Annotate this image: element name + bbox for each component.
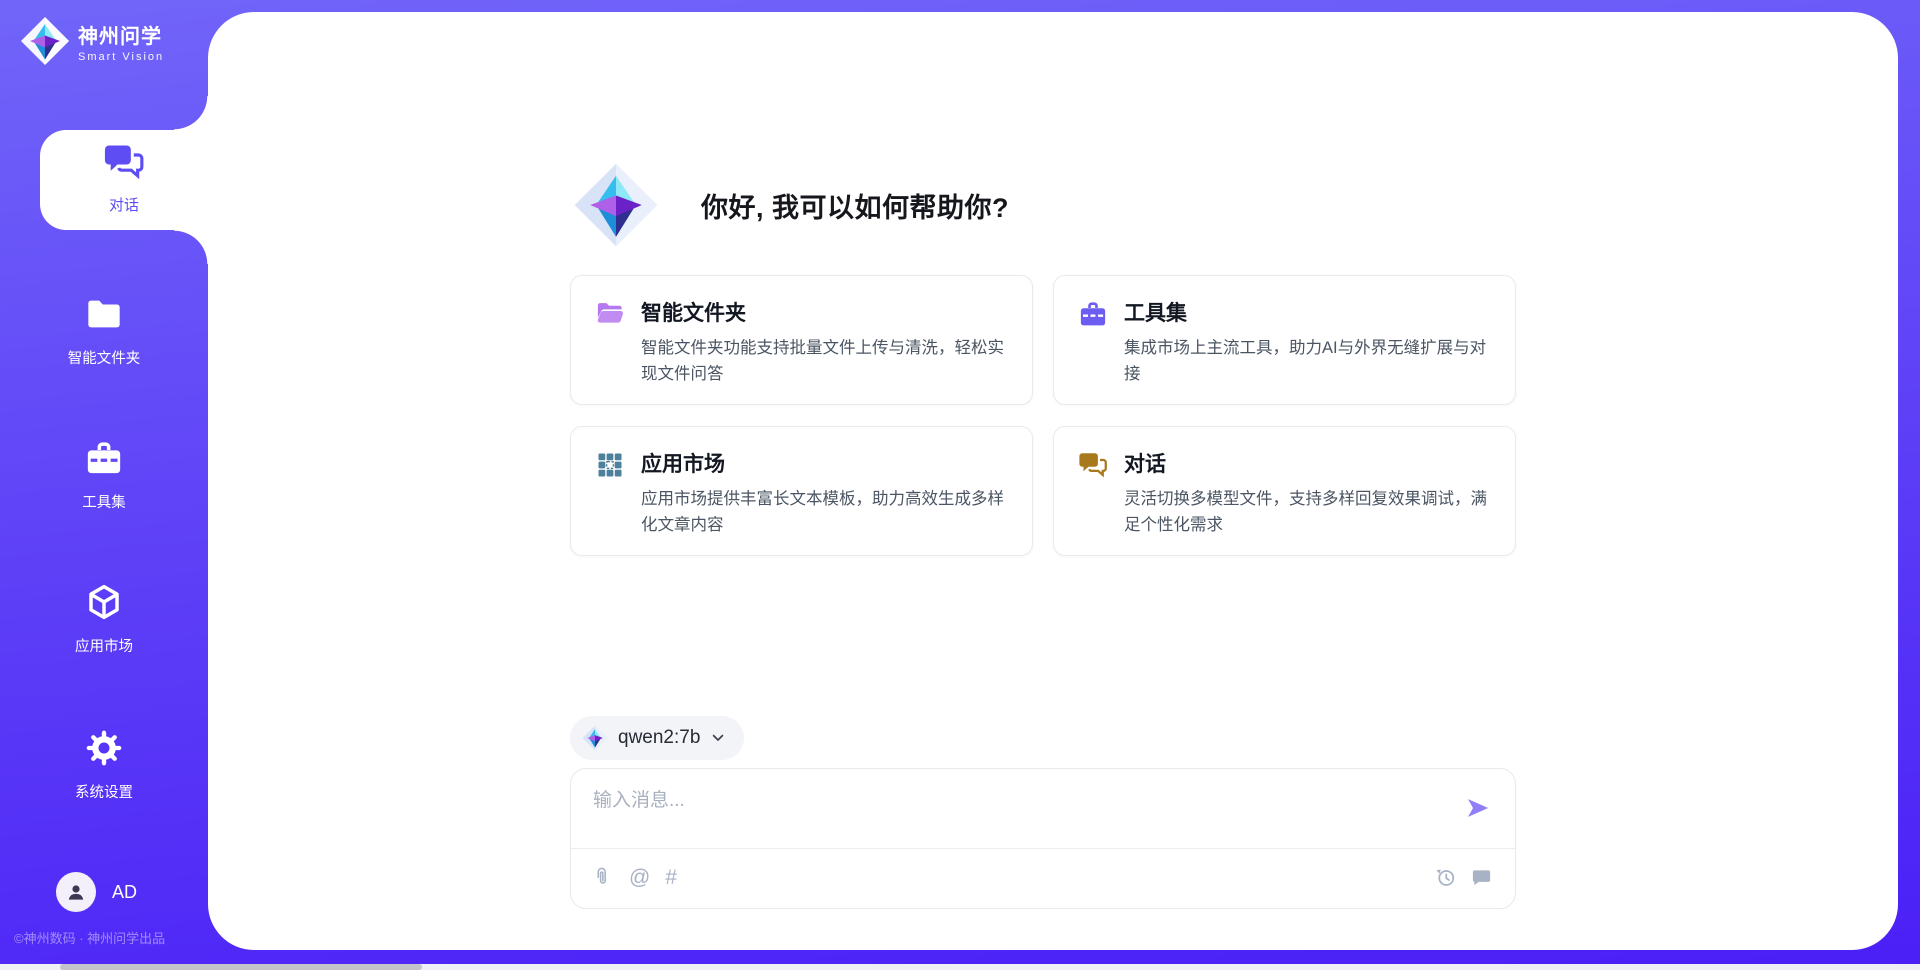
- horizontal-scrollbar[interactable]: [0, 964, 1920, 970]
- sidebar-item-label: 对话: [40, 194, 208, 215]
- sidebar-item-label: 系统设置: [0, 781, 208, 802]
- chat-square-icon: [1470, 866, 1493, 889]
- brand-subtitle: Smart Vision: [78, 51, 164, 63]
- apps-grid-icon: [595, 450, 629, 532]
- app-root: 神州问学 Smart Vision 对话 智能文件夹 工具集: [0, 0, 1920, 970]
- attach-button[interactable]: [591, 866, 614, 889]
- card-title: 应用市场: [641, 450, 1008, 480]
- brand: 神州问学 Smart Vision: [20, 16, 164, 66]
- card-toolbox[interactable]: 工具集 集成市场上主流工具，助力AI与外界无缝扩展与对接: [1053, 275, 1516, 405]
- card-chat[interactable]: 对话 灵活切换多模型文件，支持多样回复效果调试，满足个性化需求: [1053, 426, 1516, 556]
- message-input[interactable]: [593, 785, 1433, 837]
- composer-left-tools: @ #: [591, 866, 677, 889]
- history-icon: [1434, 866, 1457, 889]
- card-title: 对话: [1124, 450, 1491, 480]
- sidebar-item-smart-folder[interactable]: 智能文件夹: [0, 294, 208, 368]
- card-title: 工具集: [1124, 299, 1491, 329]
- brand-logo-icon: [20, 16, 70, 66]
- message-composer: @ #: [570, 768, 1516, 909]
- user-profile[interactable]: AD: [56, 872, 137, 912]
- user-icon: [64, 880, 88, 904]
- card-title: 智能文件夹: [641, 299, 1008, 329]
- greeting-title: 你好, 我可以如何帮助你?: [701, 186, 1009, 225]
- gear-icon: [84, 728, 124, 768]
- sidebar: 神州问学 Smart Vision 对话 智能文件夹 工具集: [0, 0, 208, 970]
- card-description: 灵活切换多模型文件，支持多样回复效果调试，满足个性化需求: [1124, 487, 1491, 538]
- greeting: 你好, 我可以如何帮助你?: [573, 162, 1009, 248]
- toolbox-icon: [84, 438, 124, 478]
- card-smart-folder[interactable]: 智能文件夹 智能文件夹功能支持批量文件上传与清洗，轻松实现文件问答: [570, 275, 1033, 405]
- composer-right-tools: [1434, 866, 1493, 889]
- sidebar-item-settings[interactable]: 系统设置: [0, 728, 208, 802]
- avatar: [56, 872, 96, 912]
- sidebar-item-label: 工具集: [0, 491, 208, 512]
- card-body: 对话 灵活切换多模型文件，支持多样回复效果调试，满足个性化需求: [1124, 450, 1491, 532]
- model-selector[interactable]: qwen2:7b: [570, 716, 744, 760]
- chat-icon: [103, 141, 145, 183]
- card-body: 应用市场 应用市场提供丰富长文本模板，助力高效生成多样化文章内容: [641, 450, 1008, 532]
- folder-icon: [84, 294, 124, 334]
- chevron-down-icon: [710, 730, 726, 746]
- feature-cards: 智能文件夹 智能文件夹功能支持批量文件上传与清洗，轻松实现文件问答 工具集 集成…: [570, 275, 1516, 556]
- model-logo-icon: [582, 725, 608, 751]
- assistant-logo-icon: [573, 162, 659, 248]
- brand-name: 神州问学: [78, 20, 164, 49]
- scrollbar-thumb[interactable]: [60, 964, 422, 970]
- card-description: 应用市场提供丰富长文本模板，助力高效生成多样化文章内容: [641, 487, 1008, 538]
- sidebar-item-app-market[interactable]: 应用市场: [0, 582, 208, 656]
- paperclip-icon: [591, 866, 614, 889]
- sidebar-item-label: 应用市场: [0, 635, 208, 656]
- cube-icon: [84, 582, 124, 622]
- main-panel: 你好, 我可以如何帮助你? 智能文件夹 智能文件夹功能支持批量文件上传与清洗，轻…: [208, 12, 1898, 950]
- chat-icon: [1078, 450, 1112, 532]
- card-description: 智能文件夹功能支持批量文件上传与清洗，轻松实现文件问答: [641, 336, 1008, 387]
- at-icon[interactable]: @: [629, 866, 650, 889]
- brand-text: 神州问学 Smart Vision: [78, 20, 164, 63]
- user-name: AD: [112, 882, 137, 903]
- feedback-button[interactable]: [1470, 866, 1493, 889]
- composer-divider: [571, 848, 1515, 849]
- model-name: qwen2:7b: [618, 727, 700, 749]
- history-button[interactable]: [1434, 866, 1457, 889]
- card-app-market[interactable]: 应用市场 应用市场提供丰富长文本模板，助力高效生成多样化文章内容: [570, 426, 1033, 556]
- card-body: 智能文件夹 智能文件夹功能支持批量文件上传与清洗，轻松实现文件问答: [641, 299, 1008, 381]
- card-description: 集成市场上主流工具，助力AI与外界无缝扩展与对接: [1124, 336, 1491, 387]
- folder-open-icon: [595, 299, 629, 381]
- sidebar-item-chat[interactable]: 对话: [40, 130, 208, 230]
- card-body: 工具集 集成市场上主流工具，助力AI与外界无缝扩展与对接: [1124, 299, 1491, 381]
- hash-icon[interactable]: #: [665, 866, 677, 889]
- send-icon: [1465, 795, 1491, 821]
- sidebar-item-toolbox[interactable]: 工具集: [0, 438, 208, 512]
- send-button[interactable]: [1465, 795, 1491, 824]
- toolbox-icon: [1078, 299, 1112, 381]
- sidebar-item-label: 智能文件夹: [0, 347, 208, 368]
- copyright: ©神州数码 · 神州问学出品: [14, 928, 214, 947]
